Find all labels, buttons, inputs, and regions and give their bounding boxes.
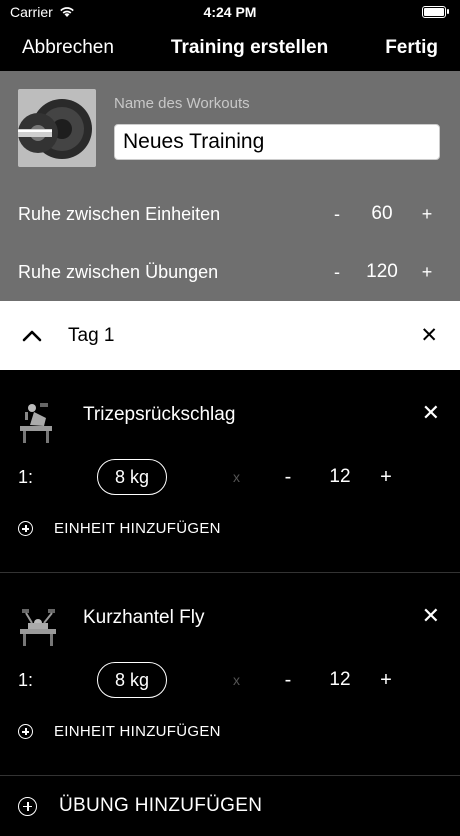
add-set-button[interactable]: EINHEIT HINZUFÜGEN — [18, 520, 221, 537]
battery-icon — [422, 6, 449, 18]
plus-circle-icon — [18, 796, 37, 816]
rest-exercises-value: 120 — [366, 261, 398, 282]
triceps-kickback-icon — [20, 403, 52, 443]
rest-between-exercises-label: Ruhe zwischen Übungen — [18, 261, 219, 282]
workout-image[interactable] — [18, 89, 96, 167]
workout-name-label: Name des Workouts — [114, 95, 250, 112]
set-index: 1: — [18, 669, 34, 690]
reps-increment-button[interactable]: + — [376, 466, 396, 489]
dumbbell-fly-icon — [20, 609, 56, 646]
remove-day-icon[interactable]: ✕ — [420, 323, 438, 348]
remove-exercise-icon[interactable]: ✕ — [422, 400, 440, 426]
set-index: 1: — [18, 466, 34, 487]
page-title: Training erstellen — [170, 36, 329, 58]
status-bar: Carrier 4:24 PM — [0, 0, 460, 24]
rest-sets-value: 60 — [371, 203, 393, 224]
nav-bar: Abbrechen Training erstellen Fertig — [0, 24, 460, 71]
exercise-card: Kurzhantel Fly ✕ 1: 8 kg x - 12 + EINHEI… — [0, 573, 460, 776]
add-set-label: EINHEIT HINZUFÜGEN — [54, 520, 221, 537]
exercise-name: Kurzhantel Fly — [83, 607, 205, 628]
reps-decrement-button[interactable]: - — [278, 466, 298, 489]
set-row: 1: 8 kg x - 12 + — [18, 458, 442, 496]
weight-input[interactable]: 8 kg — [97, 662, 167, 698]
rest-sets-increment-button[interactable]: + — [412, 204, 442, 225]
rest-between-sets-row: Ruhe zwischen Einheiten - 60 + — [18, 199, 442, 229]
plus-circle-icon — [18, 724, 33, 739]
reps-increment-button[interactable]: + — [376, 669, 396, 692]
chevron-up-icon[interactable] — [22, 330, 42, 342]
exercise-card: Trizepsrückschlag ✕ 1: 8 kg x - 12 + EIN… — [0, 370, 460, 573]
rest-exercises-increment-button[interactable]: + — [412, 262, 442, 283]
rest-between-exercises-stepper: - 120 + — [322, 261, 442, 283]
add-exercise-label: ÜBUNG HINZUFÜGEN — [59, 795, 263, 816]
done-button[interactable]: Fertig — [385, 37, 438, 59]
rest-sets-decrement-button[interactable]: - — [322, 204, 352, 225]
rest-between-exercises-row: Ruhe zwischen Übungen - 120 + — [18, 257, 442, 287]
remove-exercise-icon[interactable]: ✕ — [422, 603, 440, 629]
add-set-button[interactable]: EINHEIT HINZUFÜGEN — [18, 723, 221, 740]
plus-circle-icon — [18, 521, 33, 536]
reps-decrement-button[interactable]: - — [278, 669, 298, 692]
rest-exercises-decrement-button[interactable]: - — [322, 262, 352, 283]
wifi-icon — [59, 7, 74, 17]
carrier-label: Carrier — [10, 4, 53, 20]
dumbbell-plates-icon — [18, 89, 96, 167]
day-header[interactable]: Tag 1 ✕ — [0, 301, 460, 370]
reps-value: 12 — [329, 669, 351, 690]
times-mark: x — [233, 672, 240, 688]
status-left: Carrier — [10, 4, 75, 20]
cancel-button[interactable]: Abbrechen — [22, 37, 114, 59]
set-row: 1: 8 kg x - 12 + — [18, 661, 442, 699]
day-title: Tag 1 — [68, 324, 115, 346]
exercise-name: Trizepsrückschlag — [83, 404, 236, 425]
weight-input[interactable]: 8 kg — [97, 459, 167, 495]
reps-value: 12 — [329, 466, 351, 487]
add-set-label: EINHEIT HINZUFÜGEN — [54, 723, 221, 740]
workout-name-input[interactable] — [114, 124, 440, 160]
rest-between-sets-stepper: - 60 + — [322, 203, 442, 225]
battery-fill — [424, 8, 444, 16]
rest-between-sets-label: Ruhe zwischen Einheiten — [18, 203, 221, 224]
add-exercise-button[interactable]: ÜBUNG HINZUFÜGEN — [0, 776, 460, 836]
times-mark: x — [233, 469, 240, 485]
workout-header: Name des Workouts Ruhe zwischen Einheite… — [0, 71, 460, 301]
